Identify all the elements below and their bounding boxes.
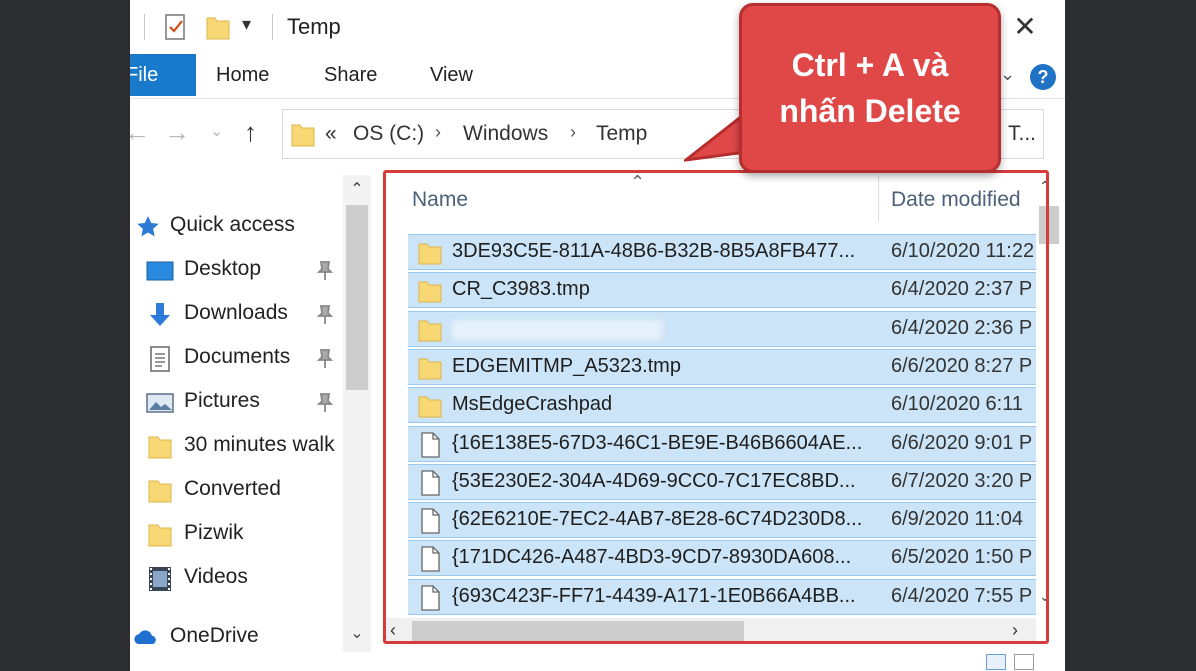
breadcrumb-separator[interactable]: › (435, 122, 441, 143)
breadcrumb-windows[interactable]: Windows (463, 122, 548, 146)
sidebar-item-label: Pizwik (184, 521, 244, 544)
highlight-outline (383, 170, 1049, 644)
callout-text: Ctrl + A và nhấn Delete (742, 42, 998, 134)
scroll-up-icon[interactable]: ⌃ (343, 179, 371, 199)
up-arrow-icon[interactable]: ↑ (244, 117, 257, 148)
pin-icon[interactable] (316, 304, 334, 326)
scroll-down-icon[interactable]: ⌄ (343, 623, 371, 643)
sidebar-item-label: Documents (184, 345, 291, 368)
customize-toolbar-chevron-icon[interactable]: ▾ (242, 14, 251, 35)
pin-icon[interactable] (316, 392, 334, 414)
status-bar (130, 652, 1065, 671)
folder-icon (148, 436, 172, 459)
sidebar-item-label: 30 minutes walk (184, 433, 335, 456)
downloads-icon (150, 303, 170, 326)
help-icon[interactable]: ? (1030, 64, 1056, 90)
new-folder-icon[interactable] (205, 12, 231, 42)
folder-icon (148, 524, 172, 547)
star-icon (137, 216, 159, 237)
breadcrumb-overflow[interactable]: « (325, 122, 337, 146)
sidebar-item-desktop[interactable]: Desktop (130, 251, 345, 291)
instruction-callout: Ctrl + A và nhấn Delete (739, 3, 1001, 173)
back-arrow-icon[interactable]: ← (130, 117, 150, 148)
sidebar-item-videos[interactable]: Videos (130, 559, 345, 599)
cloud-icon (134, 630, 156, 644)
pin-icon[interactable] (316, 260, 334, 282)
title-divider (272, 14, 273, 40)
sidebar-item-label: Converted (184, 477, 281, 500)
close-button[interactable]: ✕ (1005, 10, 1045, 44)
sidebar-item-downloads[interactable]: Downloads (130, 295, 345, 335)
tab-home[interactable]: Home (216, 64, 269, 87)
forward-arrow-icon[interactable]: → (164, 117, 190, 148)
callout-line-1: Ctrl + A và (791, 47, 949, 83)
scrollbar-thumb[interactable] (346, 205, 368, 390)
sidebar-item-label: Pictures (184, 389, 260, 412)
callout-line-2: nhấn Delete (779, 93, 961, 129)
sidebar-item-label: Videos (184, 565, 248, 588)
sidebar-scrollbar[interactable]: ⌃ ⌄ (343, 175, 371, 655)
documents-icon (150, 346, 170, 372)
search-input[interactable]: T... (1008, 122, 1036, 146)
sidebar-item-label: Quick access (170, 213, 295, 236)
window-title: Temp (287, 14, 341, 39)
sidebar-item-label: Desktop (184, 257, 262, 280)
navigation-pane: Quick access Desktop Downloads Documents (130, 170, 371, 671)
sidebar-item-pizwik[interactable]: Pizwik (130, 515, 345, 555)
sidebar-item-pictures[interactable]: Pictures (130, 383, 345, 423)
tab-file[interactable]: File (130, 54, 196, 96)
sidebar-item-documents[interactable]: Documents (130, 339, 345, 379)
sidebar-item-quick-access[interactable]: Quick access (130, 207, 345, 247)
recent-locations-chevron-icon[interactable]: ⌄ (210, 121, 223, 141)
videos-icon (149, 567, 171, 591)
expand-ribbon-icon[interactable]: ⌄ (1000, 64, 1015, 85)
folder-icon (291, 124, 315, 147)
details-view-icon[interactable] (986, 654, 1006, 670)
properties-icon[interactable] (163, 12, 189, 42)
pin-icon[interactable] (316, 348, 334, 370)
folder-icon (148, 480, 172, 503)
breadcrumb-os-c[interactable]: OS (C:) (353, 122, 424, 146)
breadcrumb-temp[interactable]: Temp (596, 122, 647, 146)
desktop-icon (146, 261, 174, 281)
large-icons-view-icon[interactable] (1014, 654, 1034, 670)
toolbar-divider (144, 14, 145, 40)
tab-view[interactable]: View (430, 64, 473, 87)
tab-share[interactable]: Share (324, 64, 377, 87)
sidebar-item-30-minutes-walk[interactable]: 30 minutes walk (130, 427, 345, 467)
sidebar-item-label: Downloads (184, 301, 288, 324)
sidebar-item-label: OneDrive (170, 624, 259, 647)
pictures-icon (146, 393, 174, 413)
breadcrumb-separator[interactable]: › (570, 122, 576, 143)
sidebar-item-converted[interactable]: Converted (130, 471, 345, 511)
